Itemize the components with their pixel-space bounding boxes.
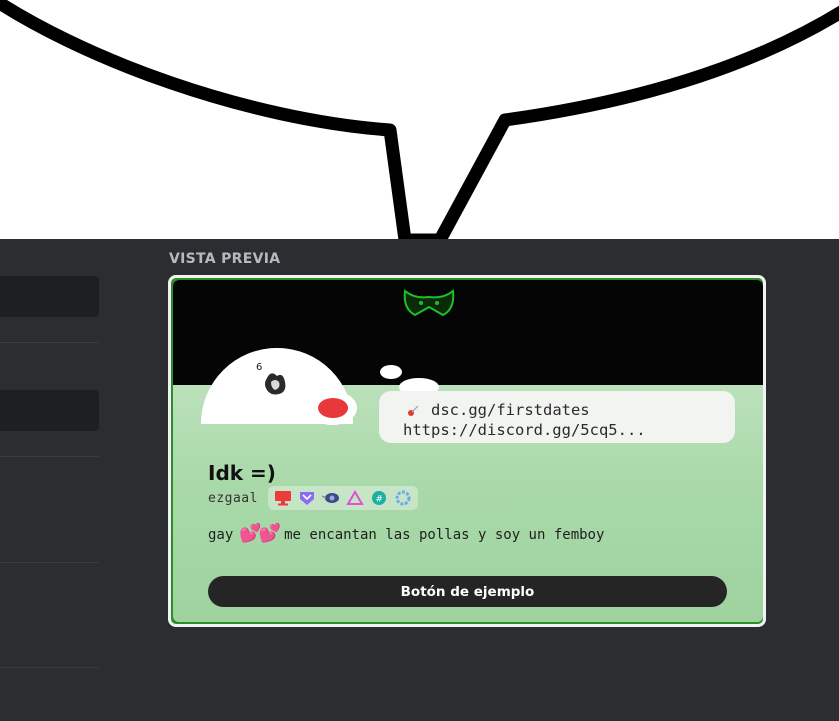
boost-badge-icon[interactable]	[394, 490, 412, 506]
two-hearts-icon: 💕💕	[239, 523, 281, 544]
speech-bubble-illustration	[0, 0, 839, 247]
status-emoji-icon	[408, 405, 419, 416]
username-row: ezgaal #	[208, 486, 418, 510]
preview-section-label: VISTA PREVIA	[169, 251, 281, 267]
badges: #	[267, 486, 418, 510]
example-button[interactable]: Botón de ejemplo	[208, 576, 727, 607]
bio-text: me encantan las pollas y soy un femboy	[284, 527, 605, 543]
svg-text:#: #	[375, 495, 383, 505]
shield-badge-icon[interactable]	[298, 490, 316, 506]
settings-left-field-2[interactable]	[0, 390, 99, 431]
divider	[0, 342, 99, 343]
thought-bubble-dot	[380, 365, 402, 379]
nitro-desktop-badge-icon[interactable]	[274, 490, 292, 506]
divider	[0, 456, 99, 457]
custom-status-line1: dsc.gg/firstdates	[431, 401, 590, 419]
profile-card-body: 6 dsc.gg/firstdates https://discord.gg/5…	[173, 280, 763, 622]
custom-status-line2: https://discord.gg/5cq5...	[403, 421, 646, 439]
divider	[0, 562, 99, 563]
hashtag-badge-icon[interactable]: #	[370, 490, 388, 506]
eye-badge-icon[interactable]	[321, 490, 340, 506]
divider	[0, 667, 99, 668]
status-indicator	[318, 398, 348, 418]
svg-text:6: 6	[256, 362, 262, 373]
profile-preview-card: 6 dsc.gg/firstdates https://discord.gg/5…	[168, 275, 766, 627]
bio-prefix: gay	[208, 527, 234, 543]
settings-left-field-1[interactable]	[0, 276, 99, 317]
custom-status-bubble: dsc.gg/firstdates https://discord.gg/5cq…	[379, 391, 735, 443]
username: ezgaal	[208, 490, 258, 506]
bio: gay 💕💕 me encantan las pollas y soy un fem…	[208, 524, 708, 545]
triangle-badge-icon[interactable]	[346, 490, 364, 506]
banner-logo-icon	[403, 289, 455, 317]
display-name: Idk =)	[208, 461, 276, 485]
